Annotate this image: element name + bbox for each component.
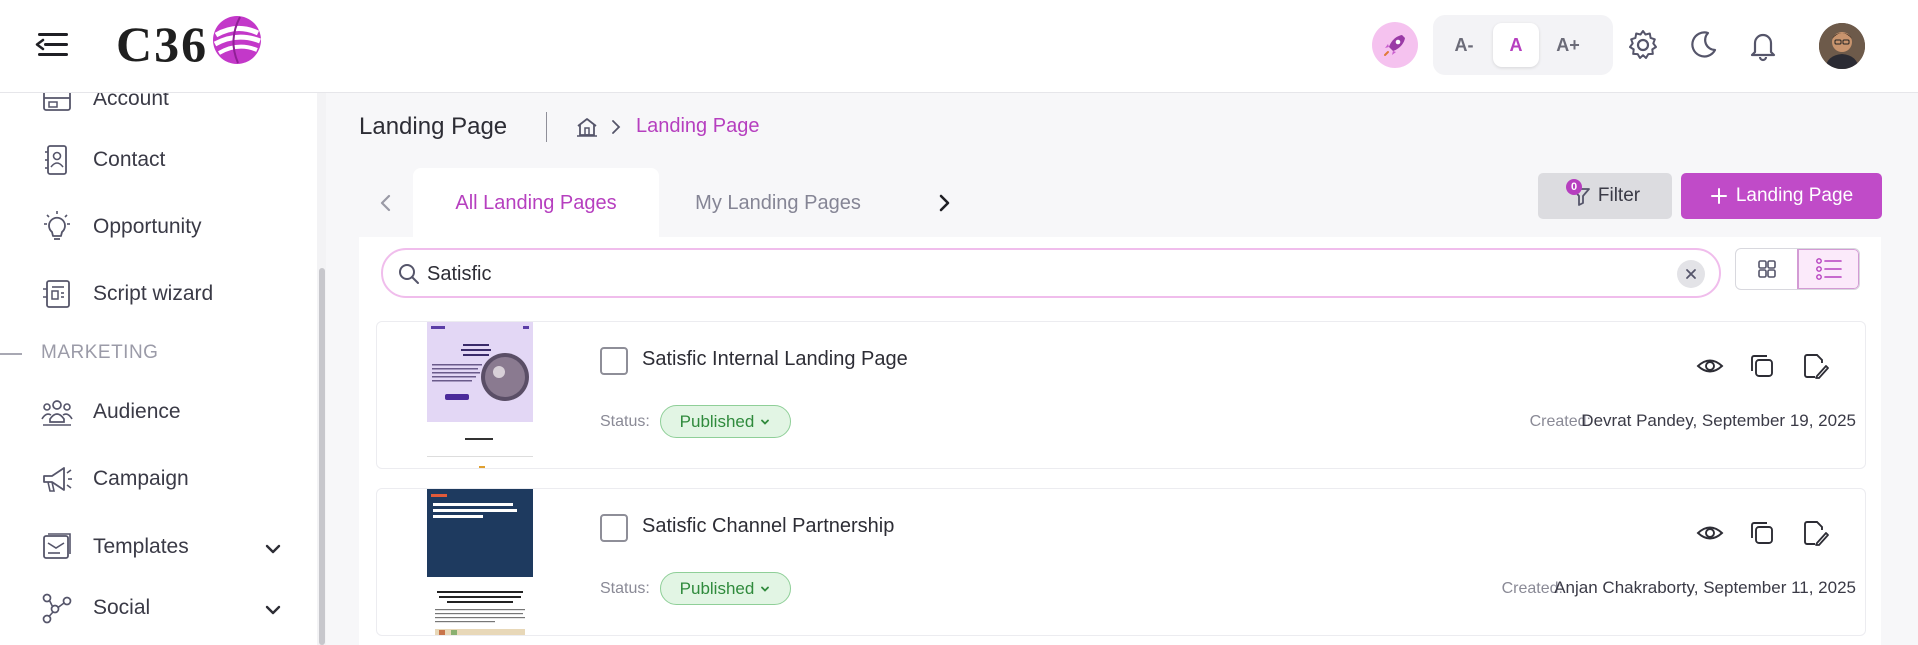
sidebar-item-label: Audience xyxy=(93,400,181,423)
user-avatar[interactable] xyxy=(1819,23,1865,69)
view-toggle xyxy=(1735,248,1860,290)
home-icon[interactable] xyxy=(576,116,598,138)
lightbulb-icon xyxy=(44,211,70,240)
sidebar-item-account[interactable]: Account xyxy=(0,93,316,125)
search-icon xyxy=(399,264,419,284)
status-value: Published xyxy=(679,411,755,431)
chevron-left-icon[interactable] xyxy=(375,192,397,214)
tab-my-landing-pages[interactable]: My Landing Pages xyxy=(673,168,883,238)
sidebar-item-social[interactable]: Social xyxy=(0,582,316,634)
chevron-down-icon[interactable] xyxy=(262,538,284,560)
contact-icon xyxy=(45,145,67,175)
created-value: Devrat Pandey, September 19, 2025 xyxy=(1581,411,1856,430)
status-value: Published xyxy=(679,578,755,598)
sidebar-item-templates[interactable]: Templates xyxy=(0,521,316,573)
status-label: Status: xyxy=(600,413,650,430)
add-landing-page-button[interactable]: Landing Page xyxy=(1681,173,1882,219)
menu-toggle-icon[interactable] xyxy=(34,30,70,60)
chevron-down-icon[interactable] xyxy=(262,599,284,621)
grid-view-button[interactable] xyxy=(1736,249,1797,289)
font-normal-button[interactable]: A xyxy=(1493,23,1539,67)
clear-search-button[interactable] xyxy=(1677,260,1705,288)
preview-eye-icon[interactable] xyxy=(1696,352,1724,380)
filter-button[interactable]: 0 Filter xyxy=(1538,173,1672,219)
chevron-down-icon xyxy=(761,586,770,592)
sidebar-item-label: Account xyxy=(93,93,169,110)
megaphone-icon xyxy=(43,467,72,492)
close-icon xyxy=(1686,269,1696,279)
gear-icon[interactable] xyxy=(1626,28,1660,62)
sidebar: Account Contact Opportunity Script wizar… xyxy=(0,93,326,645)
landing-page-thumbnail[interactable] xyxy=(427,489,533,635)
chevron-down-icon xyxy=(761,419,770,425)
chevron-right-icon[interactable] xyxy=(933,192,955,214)
filter-count-badge: 0 xyxy=(1566,179,1582,195)
sidebar-item-opportunity[interactable]: Opportunity xyxy=(0,201,316,253)
landing-page-title[interactable]: Satisfic Channel Partnership xyxy=(642,515,894,538)
grid-view-icon xyxy=(1757,260,1776,278)
account-icon xyxy=(43,93,71,111)
edit-icon[interactable] xyxy=(1801,352,1829,380)
status-dropdown[interactable]: Published xyxy=(660,405,791,438)
font-size-switcher: A- A A+ xyxy=(1433,15,1613,75)
font-increase-button[interactable]: A+ xyxy=(1545,23,1591,67)
search-box xyxy=(381,248,1721,298)
sidebar-item-label: Contact xyxy=(93,148,166,171)
duplicate-icon[interactable] xyxy=(1748,352,1776,380)
sidebar-item-label: Script wizard xyxy=(93,282,214,305)
search-input[interactable] xyxy=(427,258,1627,290)
script-wizard-icon xyxy=(43,280,70,308)
sidebar-scrollbar-thumb[interactable] xyxy=(319,268,325,645)
app-logo[interactable]: C36 xyxy=(116,14,264,74)
rocket-button[interactable] xyxy=(1372,22,1418,68)
filter-label: Filter xyxy=(1597,185,1641,206)
breadcrumb-chevron-right-icon xyxy=(612,120,621,134)
select-checkbox[interactable] xyxy=(600,347,628,375)
status-dropdown[interactable]: Published xyxy=(660,572,791,605)
edit-icon[interactable] xyxy=(1801,519,1829,547)
sidebar-item-script-wizard[interactable]: Script wizard xyxy=(0,268,316,320)
font-decrease-button[interactable]: A- xyxy=(1441,23,1487,67)
breadcrumb-current: Landing Page xyxy=(636,115,760,137)
tab-all-landing-pages[interactable]: All Landing Pages xyxy=(413,168,659,238)
landing-page-thumbnail[interactable] xyxy=(427,322,533,468)
dark-mode-moon-icon[interactable] xyxy=(1686,28,1720,62)
templates-icon xyxy=(43,533,71,559)
sidebar-item-label: Opportunity xyxy=(93,215,202,238)
logo-text: C36 xyxy=(116,16,209,72)
logo-globe-icon xyxy=(213,16,262,64)
audience-icon xyxy=(41,400,73,426)
created-value: Anjan Chakraborty, September 11, 2025 xyxy=(1554,578,1856,597)
section-label-marketing: MARKETING xyxy=(41,342,159,363)
title-divider xyxy=(546,112,547,142)
notification-bell-icon[interactable] xyxy=(1746,28,1780,62)
social-icon xyxy=(42,593,72,624)
sidebar-item-audience[interactable]: Audience xyxy=(0,386,316,438)
landing-page-card[interactable]: Satisfic Channel Partnership Status: Pub… xyxy=(376,488,1866,636)
landing-page-title[interactable]: Satisfic Internal Landing Page xyxy=(642,348,908,371)
list-view-button[interactable] xyxy=(1797,249,1859,289)
page-title: Landing Page xyxy=(359,113,508,140)
sidebar-item-campaign[interactable]: Campaign xyxy=(0,453,316,505)
duplicate-icon[interactable] xyxy=(1748,519,1776,547)
sidebar-item-label: Templates xyxy=(93,535,189,558)
list-view-icon xyxy=(1815,258,1842,280)
sidebar-item-label: Campaign xyxy=(93,467,189,490)
sidebar-item-label: Social xyxy=(93,596,151,619)
plus-icon xyxy=(1710,188,1727,204)
landing-page-card[interactable]: Satisfic Internal Landing Page Status: P… xyxy=(376,321,1866,469)
section-divider xyxy=(0,353,22,355)
rocket-icon xyxy=(1384,35,1405,56)
status-label: Status: xyxy=(600,580,650,597)
select-checkbox[interactable] xyxy=(600,514,628,542)
top-bar: C36 A- A A+ xyxy=(0,0,1918,93)
sidebar-item-contact[interactable]: Contact xyxy=(0,134,316,186)
preview-eye-icon[interactable] xyxy=(1696,519,1724,547)
add-landing-page-label: Landing Page xyxy=(1735,185,1854,206)
